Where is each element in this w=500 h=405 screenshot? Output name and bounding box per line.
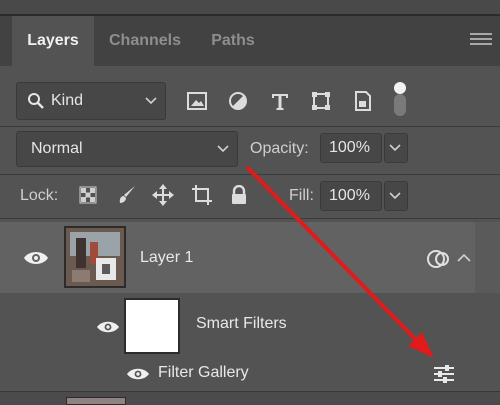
annotation-arrow — [246, 166, 434, 358]
